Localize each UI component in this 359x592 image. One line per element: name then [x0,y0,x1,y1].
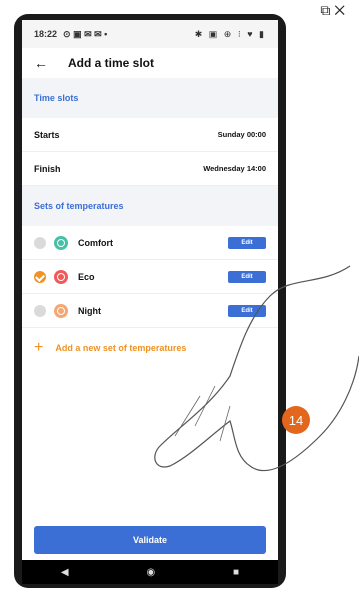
starts-label: Starts [34,129,60,140]
close-icon[interactable]: ✕ [334,2,349,18]
notification-icons: ⊙ ▣ ✉ ✉ • [63,28,108,39]
page-title: Add a time slot [68,56,155,70]
temperature-item-comfort[interactable]: Comfort Edit [22,226,278,260]
finish-label: Finish [34,163,61,174]
app-bar: ← Add a time slot [22,48,278,78]
night-moon-icon [54,303,68,318]
radio-button[interactable] [34,304,46,317]
pointing-hand-icon [154,265,359,472]
system-icons: ✱ ▣ ⊕ ⁝ ♥ ▮ [194,28,266,39]
window-controls: ⧉✕ [320,2,349,19]
external-link-icon[interactable]: ⧉ [320,2,334,18]
radio-button[interactable] [34,236,46,249]
plus-icon: + [34,339,44,356]
step-badge: 14 [282,406,310,434]
starts-value: Sunday 00:00 [217,130,266,139]
validate-button[interactable]: Validate [34,526,266,554]
radio-button-selected[interactable] [34,270,46,283]
android-nav-bar: ◀ ◉ ■ [22,560,278,584]
status-time: 18:22 [34,29,58,39]
nav-home-icon[interactable]: ◉ [146,567,155,578]
status-bar: 18:22 ⊙ ▣ ✉ ✉ • ✱ ▣ ⊕ ⁝ ♥ ▮ [22,20,278,48]
temperature-name: Comfort [78,237,113,248]
back-arrow-icon[interactable]: ← [34,55,48,71]
edit-button[interactable]: Edit [228,236,266,249]
temperatures-header: Sets of temperatures [22,186,278,226]
starts-row[interactable]: Starts Sunday 00:00 [22,118,278,152]
nav-recents-icon[interactable]: ■ [233,567,239,578]
eco-leaf-icon [54,269,68,284]
finish-row[interactable]: Finish Wednesday 14:00 [22,152,278,186]
nav-back-icon[interactable]: ◀ [61,567,69,578]
comfort-icon [54,235,68,250]
time-slots-header: Time slots [22,78,278,118]
finish-value: Wednesday 14:00 [203,164,266,173]
